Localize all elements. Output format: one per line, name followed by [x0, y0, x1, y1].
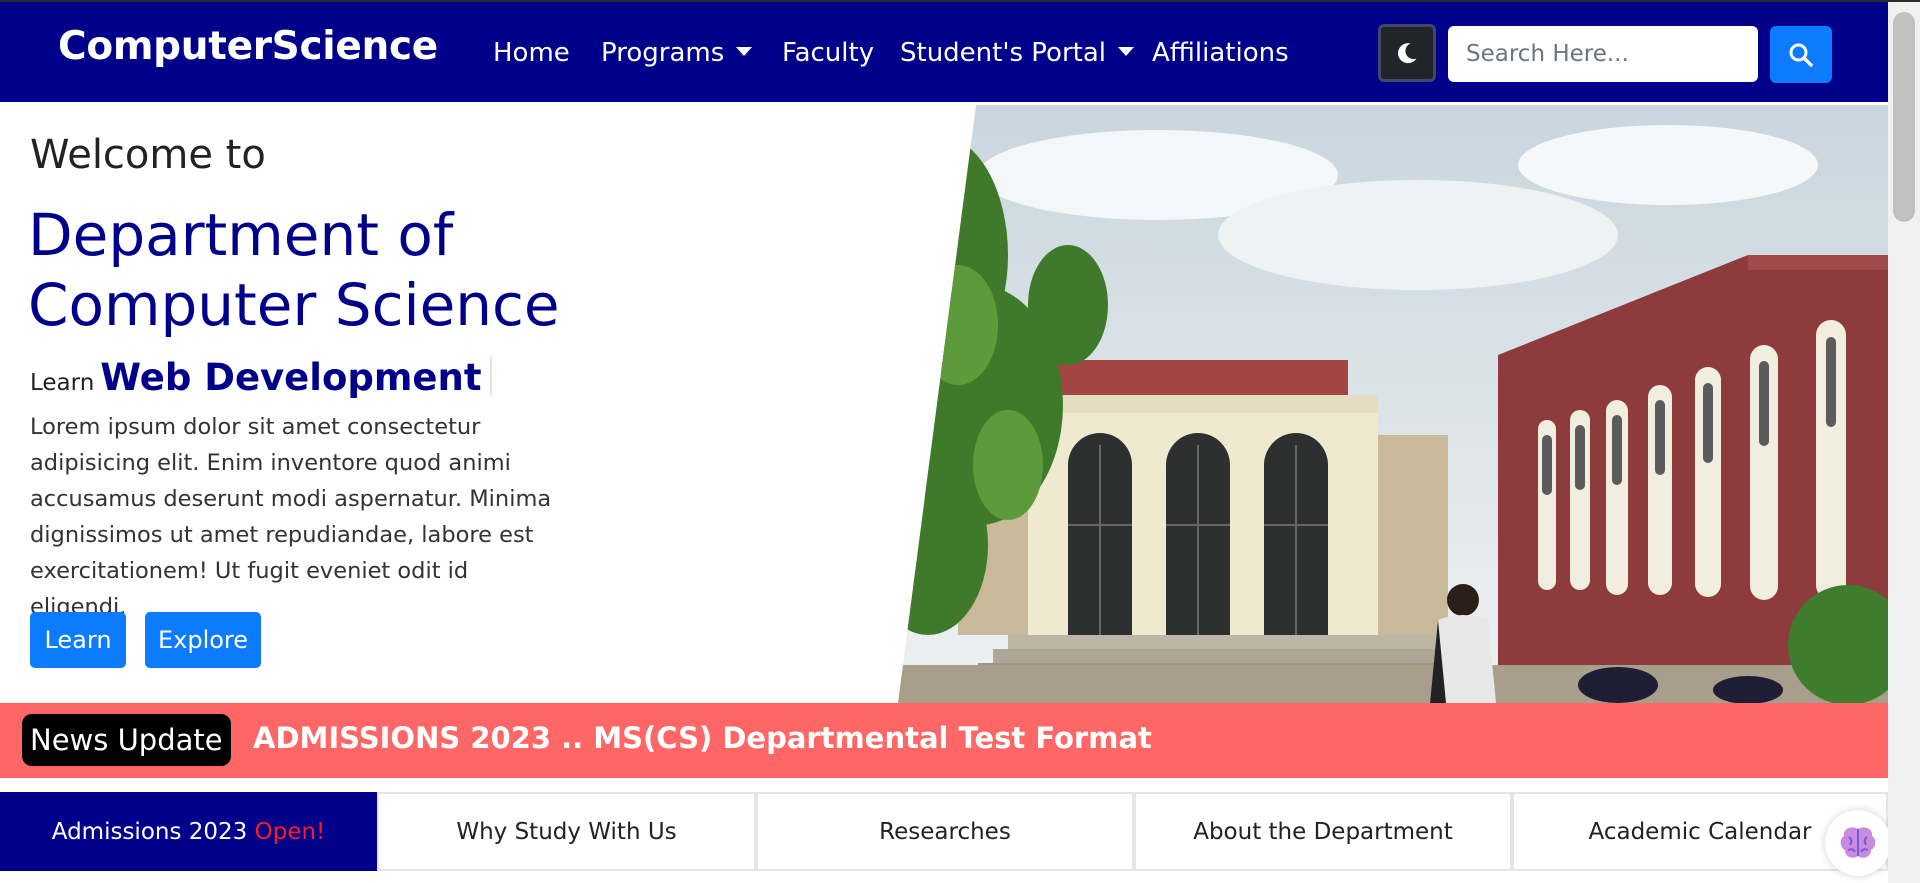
hero-learn-line: Learn Web Development [30, 356, 492, 399]
nav-item-programs[interactable]: Programs [601, 38, 753, 68]
search-button[interactable] [1770, 26, 1832, 83]
search-icon [1789, 43, 1813, 67]
nav-item-faculty[interactable]: Faculty [782, 38, 874, 68]
tab-researches[interactable]: Researches [756, 792, 1134, 871]
assistant-widget-button[interactable] [1825, 810, 1891, 876]
tab-why-study-with-us[interactable]: Why Study With Us [377, 792, 756, 871]
tab-label: Academic Calendar [1588, 819, 1812, 845]
tab-label: About the Department [1193, 819, 1453, 845]
navbar: ComputerScience Home Programs Faculty St… [0, 2, 1888, 102]
tab-admissions-2023[interactable]: Admissions 2023 Open! [0, 792, 377, 871]
tab-label: Admissions 2023 [51, 819, 248, 845]
department-building-photo [898, 105, 1890, 703]
nav-item-label: Programs [601, 38, 725, 68]
explore-button[interactable]: Explore [145, 612, 261, 668]
brain-icon [1840, 827, 1876, 858]
nav-item-students-portal[interactable]: Student's Portal [900, 38, 1135, 68]
tab-label: Why Study With Us [456, 819, 677, 845]
feature-tabs: Admissions 2023 Open! Why Study With Us … [0, 792, 1888, 872]
scrollbar-thumb[interactable] [1893, 12, 1915, 222]
brand-logo[interactable]: ComputerScience [58, 24, 438, 69]
caret-down-icon [1118, 47, 1135, 56]
tab-about-the-department[interactable]: About the Department [1134, 792, 1512, 871]
learn-prefix: Learn [30, 370, 95, 396]
open-highlight: Open! [254, 819, 326, 845]
news-ticker: News Update ADMISSIONS 2023 .. MS(CS) De… [0, 703, 1888, 778]
learn-topic-typed: Web Development [100, 356, 482, 399]
hero-description: Lorem ipsum dolor sit amet consectetur a… [30, 414, 552, 620]
moon-icon [1398, 43, 1417, 64]
page-scrollbar[interactable] [1888, 2, 1920, 883]
news-update-badge: News Update [22, 714, 231, 766]
news-headline-link[interactable]: ADMISSIONS 2023 .. MS(CS) Departmental T… [253, 721, 1152, 755]
typing-cursor [489, 356, 492, 396]
hero-welcome: Welcome to [30, 132, 266, 178]
tab-label: Researches [879, 819, 1011, 845]
nav-item-affiliations[interactable]: Affiliations [1152, 38, 1289, 68]
nav-item-label: Student's Portal [900, 38, 1107, 68]
building-illustration [898, 105, 1890, 703]
nav-item-label: Home [493, 38, 570, 68]
dark-mode-toggle[interactable] [1378, 24, 1436, 82]
nav-item-label: Affiliations [1152, 38, 1289, 68]
learn-button[interactable]: Learn [30, 612, 126, 668]
nav-item-label: Faculty [782, 38, 875, 68]
search-input[interactable] [1448, 26, 1758, 82]
caret-down-icon [736, 47, 753, 56]
nav-item-home[interactable]: Home [493, 38, 570, 68]
hero-department-title: Department of Computer Science [28, 201, 560, 339]
